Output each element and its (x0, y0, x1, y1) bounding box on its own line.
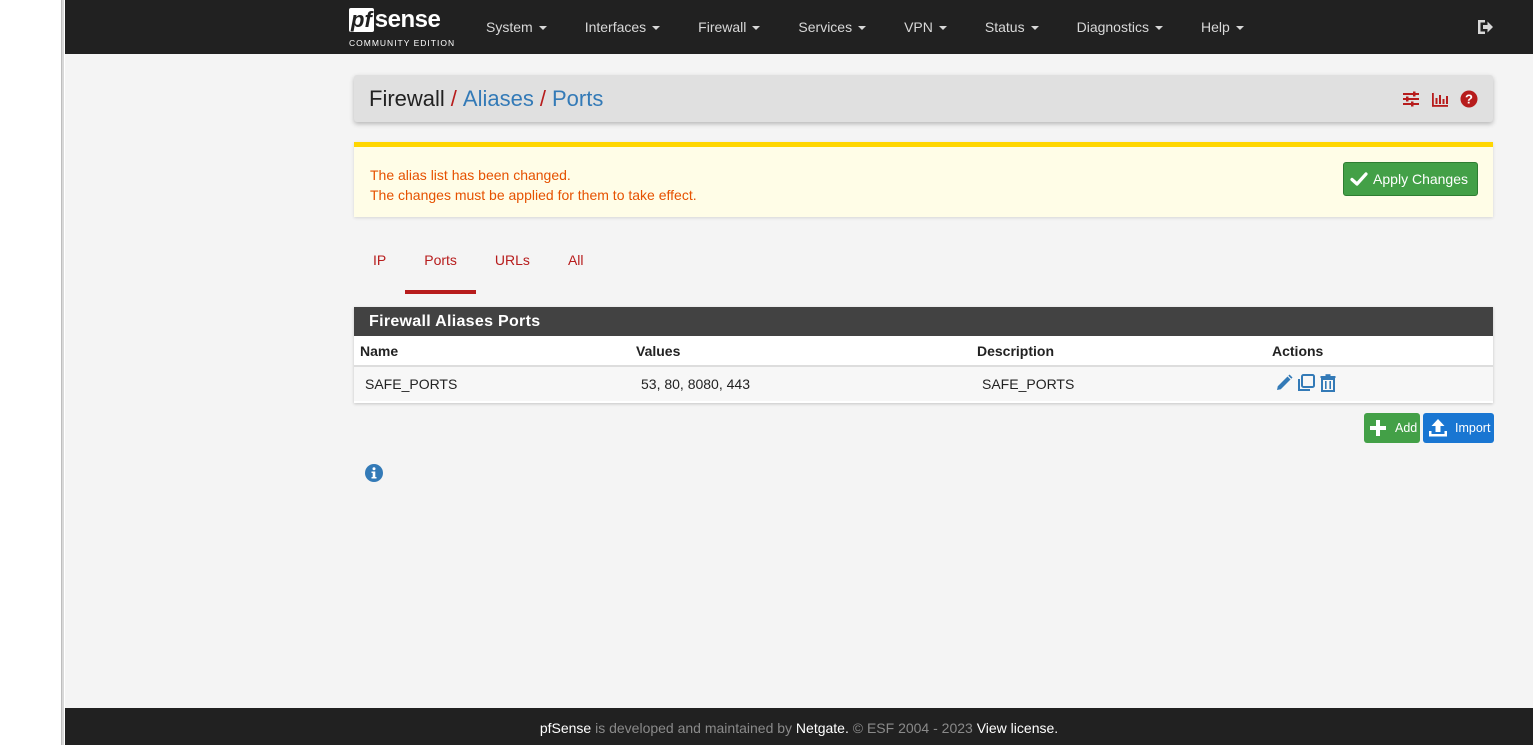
help-icon[interactable]: ? (1459, 89, 1479, 109)
copy-icon[interactable] (1296, 373, 1316, 393)
logo-prefix: pf (349, 7, 374, 32)
menu-label: Firewall (698, 19, 747, 35)
tab-label: All (567, 252, 584, 268)
menu-help[interactable]: Help (1182, 0, 1263, 54)
pfsense-app: pf sense COMMUNITY EDITION System Interfa… (65, 0, 1533, 745)
alias-tabs: IP Ports URLs All (354, 240, 603, 294)
left-pane (0, 0, 64, 745)
footer-company-link[interactable]: Netgate. (796, 720, 849, 736)
logo-edition: COMMUNITY EDITION (349, 38, 456, 48)
breadcrumb-ports-link[interactable]: Ports (552, 86, 603, 111)
apply-changes-label: Apply Changes (1373, 171, 1468, 187)
tab-all[interactable]: All (549, 240, 603, 287)
menu-system[interactable]: System (467, 0, 566, 54)
breadcrumb-root: Firewall (369, 86, 445, 111)
menu-label: VPN (904, 19, 933, 35)
caret-down-icon (1154, 26, 1163, 31)
import-alias-button[interactable]: Import (1423, 413, 1494, 443)
caret-down-icon (858, 26, 867, 31)
column-header-actions: Actions (1272, 343, 1324, 359)
menu-label: Status (984, 19, 1025, 35)
caret-down-icon (1235, 26, 1244, 31)
table-row[interactable]: SAFE_PORTS 53, 80, 8080, 443 SAFE_PORTS (354, 367, 1493, 401)
column-header-values[interactable]: Values (636, 343, 680, 359)
top-navbar: pf sense COMMUNITY EDITION System Interfa… (65, 0, 1533, 54)
panel-title: Firewall Aliases Ports (354, 307, 1493, 336)
logo-name: sense (374, 6, 441, 33)
table-header-row: Name Values Description Actions (354, 336, 1493, 367)
tab-label: IP (373, 252, 387, 268)
breadcrumb: Firewall / Aliases / Ports ? (354, 75, 1493, 122)
column-header-name[interactable]: Name (360, 343, 398, 359)
pfsense-logo[interactable]: pf sense COMMUNITY EDITION (349, 8, 457, 50)
breadcrumb-separator: / (450, 86, 457, 111)
menu-label: Diagnostics (1076, 19, 1149, 35)
main-menu: System Interfaces Firewall Services VPN … (467, 0, 1263, 54)
alias-values-cell: 53, 80, 8080, 443 (641, 376, 750, 392)
sign-out-icon[interactable] (1475, 17, 1495, 37)
breadcrumb-separator: / (539, 86, 546, 111)
logo-wordmark: pf sense (349, 8, 457, 36)
sliders-icon[interactable] (1401, 89, 1421, 109)
menu-vpn[interactable]: VPN (885, 0, 966, 54)
menu-label: Interfaces (584, 19, 647, 35)
tab-ports[interactable]: Ports (405, 240, 476, 294)
svg-text:?: ? (1465, 92, 1473, 107)
alert-message: The alias list has been changed. The cha… (370, 165, 697, 205)
tab-ip[interactable]: IP (354, 240, 405, 287)
tab-label: Ports (424, 252, 457, 268)
menu-interfaces[interactable]: Interfaces (566, 0, 679, 54)
alias-description-cell: SAFE_PORTS (982, 376, 1075, 392)
caret-down-icon (538, 26, 547, 31)
alias-name-cell: SAFE_PORTS (365, 376, 458, 392)
breadcrumb-tools: ? (1401, 89, 1479, 109)
changes-alert: The alias list has been changed. The cha… (354, 142, 1493, 217)
alert-line: The alias list has been changed. (370, 167, 571, 183)
import-label: Import (1455, 421, 1491, 435)
bar-chart-icon[interactable] (1430, 89, 1450, 109)
menu-label: Services (798, 19, 853, 35)
edit-icon[interactable] (1274, 373, 1294, 393)
upload-icon (1429, 419, 1447, 437)
breadcrumb-trail: Firewall / Aliases / Ports (369, 85, 603, 113)
row-actions (1274, 373, 1338, 393)
caret-down-icon (938, 26, 947, 31)
footer-text: is developed and maintained by (591, 720, 796, 736)
aliases-table-panel: Firewall Aliases Ports Name Values Descr… (354, 307, 1493, 403)
menu-label: Help (1200, 19, 1230, 35)
menu-services[interactable]: Services (779, 0, 885, 54)
caret-down-icon (652, 26, 661, 31)
info-icon[interactable] (364, 463, 384, 483)
menu-firewall[interactable]: Firewall (679, 0, 779, 54)
alert-line: The changes must be applied for them to … (370, 187, 697, 203)
check-icon (1350, 172, 1368, 186)
trash-icon[interactable] (1318, 373, 1338, 393)
add-label: Add (1395, 421, 1418, 435)
caret-down-icon (1030, 26, 1039, 31)
page-footer: pfSense is developed and maintained by N… (65, 708, 1533, 745)
tab-label: URLs (494, 252, 530, 268)
add-alias-button[interactable]: Add (1364, 413, 1420, 443)
menu-status[interactable]: Status (966, 0, 1058, 54)
menu-diagnostics[interactable]: Diagnostics (1058, 0, 1182, 54)
footer-copyright: © ESF 2004 - 2023 (848, 720, 977, 736)
plus-icon (1370, 420, 1386, 436)
footer-product-link[interactable]: pfSense (540, 720, 591, 736)
breadcrumb-aliases-link[interactable]: Aliases (463, 86, 534, 111)
menu-label: System (486, 19, 533, 35)
caret-down-icon (752, 26, 761, 31)
footer-license-link[interactable]: View license. (977, 720, 1058, 736)
apply-changes-button[interactable]: Apply Changes (1343, 162, 1478, 196)
column-header-description[interactable]: Description (977, 343, 1054, 359)
tab-urls[interactable]: URLs (476, 240, 549, 287)
